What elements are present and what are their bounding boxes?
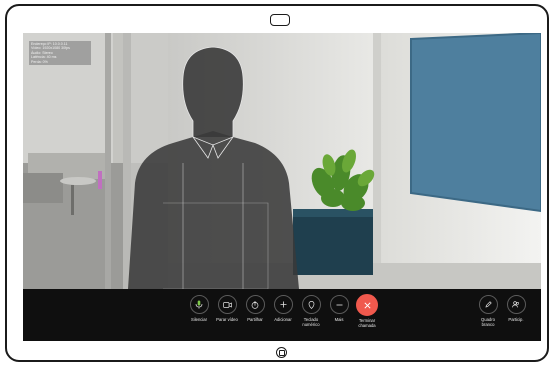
ellipsis-icon (329, 295, 349, 314)
add-participant-button[interactable]: Adicionar (268, 295, 298, 335)
mute-button[interactable]: Silenciar (184, 295, 214, 335)
remote-video-feed: Endereço IP: 10.0.0.11 Vídeo: 1920x1080 … (23, 33, 541, 289)
plus-icon (273, 295, 293, 314)
keypad-button[interactable]: Teclado numérico (296, 295, 326, 335)
end-call-button[interactable]: Terminar chamada (352, 294, 382, 335)
keypad-icon (301, 295, 321, 314)
end-call-label: Terminar chamada (358, 318, 376, 328)
call-control-bar: Silenciar Parar vídeo Partilhar Adiciona… (23, 289, 541, 341)
call-statistics-overlay: Endereço IP: 10.0.0.11 Vídeo: 1920x1080 … (29, 41, 91, 66)
people-icon (506, 295, 526, 314)
microphone-icon (189, 295, 209, 314)
share-button[interactable]: Partilhar (240, 295, 270, 335)
stop-video-button[interactable]: Parar vídeo (212, 295, 242, 335)
camera-icon (217, 295, 237, 314)
share-icon (245, 295, 265, 314)
whiteboard-button[interactable]: Quadro branco (473, 295, 503, 335)
camera-icon (270, 14, 290, 26)
close-icon (356, 294, 378, 316)
more-button[interactable]: Mais (324, 295, 354, 335)
video-call-screen: Endereço IP: 10.0.0.11 Vídeo: 1920x1080 … (23, 33, 541, 341)
participants-button[interactable]: Particip. (501, 295, 531, 335)
participants-label: Particip. (508, 317, 524, 322)
home-button[interactable] (276, 347, 287, 358)
pen-icon (478, 295, 498, 314)
